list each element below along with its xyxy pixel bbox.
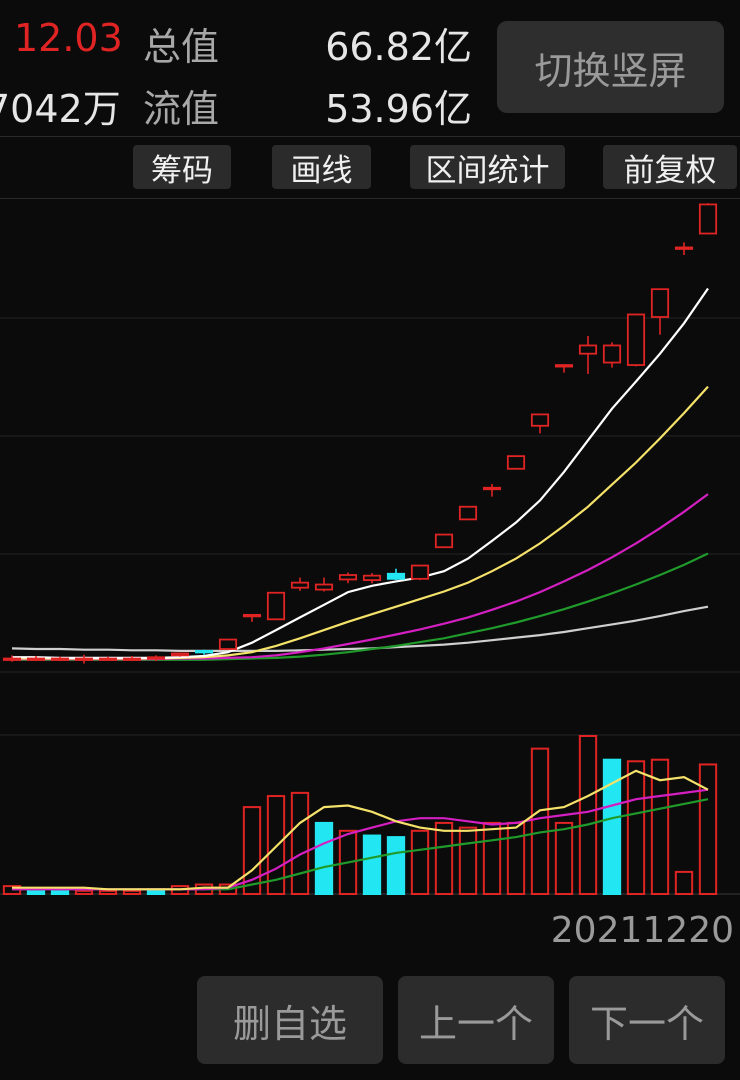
float-value: 53.96亿 (325, 87, 472, 131)
total-value-label: 总值 (143, 25, 220, 69)
candlestick-chart[interactable] (0, 198, 740, 678)
volume-bar (626, 760, 646, 896)
volume-bar (410, 829, 430, 896)
previous-button[interactable]: 上一个 (398, 976, 554, 1064)
delete-watchlist-button[interactable]: 删自选 (197, 976, 383, 1064)
ma30-line (12, 552, 709, 661)
ma10-line (12, 385, 709, 660)
candle-body (266, 591, 286, 621)
switch-portrait-button[interactable]: 切换竖屏 (497, 21, 724, 113)
volume-bar (314, 821, 334, 895)
ma5-line (12, 287, 709, 659)
candle-body (218, 638, 238, 650)
adjust-button[interactable]: 前复权 (603, 145, 737, 189)
candle-body (650, 288, 670, 318)
candle-body (338, 574, 358, 581)
chips-button[interactable]: 筹码 (133, 145, 231, 189)
candle-body (194, 650, 214, 654)
candle-body (386, 572, 406, 580)
volume-bar (74, 889, 94, 895)
candle-body (146, 656, 166, 660)
volume-chart[interactable] (0, 730, 740, 900)
float-value-label: 流值 (143, 87, 220, 131)
candle-body (170, 652, 190, 657)
volume-bar (362, 834, 382, 895)
candle-body (578, 344, 598, 355)
draw-line-button[interactable]: 画线 (272, 145, 371, 189)
candle-body (674, 246, 694, 250)
volume-bar (482, 821, 502, 895)
candle-body (26, 657, 46, 661)
candle-body (506, 455, 526, 470)
current-price: 12.03 (14, 16, 123, 60)
next-button[interactable]: 下一个 (569, 976, 725, 1064)
ma60-line (11, 605, 709, 652)
volume-bar (122, 889, 142, 895)
candle-body (602, 344, 622, 364)
volume-bar (530, 747, 550, 895)
header-divider (0, 136, 740, 137)
candle-body (626, 313, 646, 366)
total-value: 66.82亿 (325, 25, 472, 69)
candle-body (74, 657, 94, 661)
volume-bar (290, 791, 310, 896)
candle-body (410, 564, 430, 580)
candle-body (290, 581, 310, 589)
candle-body (362, 574, 382, 581)
candle-body (530, 413, 550, 427)
candle-body (314, 583, 334, 591)
candle-body (458, 505, 478, 521)
candle-body (242, 613, 262, 618)
volume-bar (578, 735, 598, 895)
candle-body (98, 657, 118, 661)
volume-bar (698, 763, 718, 895)
volume-bar (506, 821, 526, 895)
candle-body (50, 657, 70, 661)
range-stats-button[interactable]: 区间统计 (410, 145, 565, 189)
candle-body (434, 533, 454, 549)
volume-bar (554, 821, 574, 895)
candle-body (698, 203, 718, 235)
date-label: 20211220 (550, 910, 734, 951)
candle-body (554, 364, 574, 368)
volume-value: 7042万 (0, 87, 121, 131)
candle-body (482, 486, 502, 491)
ma20-line (12, 493, 709, 661)
candle-body (122, 657, 142, 661)
volume-bar (98, 889, 118, 895)
volume-bar (434, 821, 454, 895)
volume-bar (674, 870, 694, 896)
volume-bar (386, 836, 406, 896)
volume-bar (458, 826, 478, 895)
candle-body (2, 657, 22, 661)
